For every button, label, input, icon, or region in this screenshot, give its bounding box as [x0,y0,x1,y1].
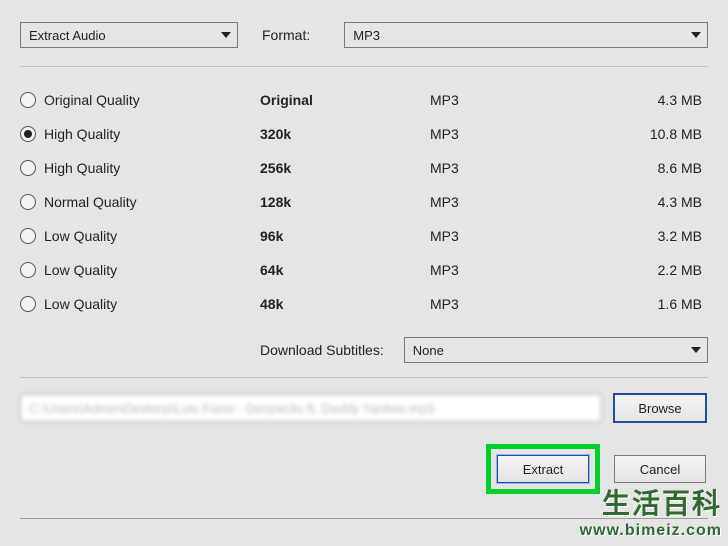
action-dropdown[interactable]: Extract Audio [20,22,238,48]
browse-button[interactable]: Browse [614,394,706,422]
subtitles-dropdown-value: None [413,343,444,358]
radio-icon[interactable] [20,228,36,244]
quality-size: 4.3 MB [550,194,708,210]
quality-label: High Quality [44,126,120,142]
chevron-down-icon [691,347,701,353]
quality-label: Normal Quality [44,194,137,210]
quality-label: Low Quality [44,296,117,312]
radio-icon[interactable] [20,126,36,142]
radio-icon[interactable] [20,296,36,312]
radio-icon[interactable] [20,92,36,108]
quality-codec: MP3 [430,228,550,244]
quality-radio-cell[interactable]: Low Quality [20,228,260,244]
quality-row[interactable]: Low Quality 48kMP31.6 MB [20,287,708,321]
quality-bitrate: Original [260,92,430,108]
format-dropdown-value: MP3 [353,28,380,43]
subtitles-row: Download Subtitles: None [20,337,708,363]
radio-icon[interactable] [20,194,36,210]
subtitles-dropdown[interactable]: None [404,337,708,363]
chevron-down-icon [691,32,701,38]
quality-bitrate: 128k [260,194,430,210]
path-row: C:\Users\Admin\Desktop\Luis Fonsi - Desp… [20,394,708,422]
cancel-button[interactable]: Cancel [614,455,706,483]
format-dropdown[interactable]: MP3 [344,22,708,48]
quality-size: 8.6 MB [550,160,708,176]
quality-bitrate: 320k [260,126,430,142]
quality-label: Low Quality [44,228,117,244]
quality-label: Original Quality [44,92,140,108]
browse-button-label: Browse [638,401,681,416]
quality-codec: MP3 [430,126,550,142]
quality-size: 10.8 MB [550,126,708,142]
quality-bitrate: 64k [260,262,430,278]
extract-button[interactable]: Extract [497,455,589,483]
quality-codec: MP3 [430,296,550,312]
radio-icon[interactable] [20,262,36,278]
quality-row[interactable]: High Quality 320kMP310.8 MB [20,117,708,151]
divider [20,518,708,519]
quality-radio-cell[interactable]: Low Quality [20,296,260,312]
quality-bitrate: 96k [260,228,430,244]
quality-codec: MP3 [430,194,550,210]
actions-row: Extract Cancel [20,444,708,494]
quality-bitrate: 48k [260,296,430,312]
quality-size: 4.3 MB [550,92,708,108]
radio-icon[interactable] [20,160,36,176]
quality-radio-cell[interactable]: Normal Quality [20,194,260,210]
quality-row[interactable]: Original Quality OriginalMP34.3 MB [20,83,708,117]
quality-radio-cell[interactable]: Low Quality [20,262,260,278]
extract-button-label: Extract [523,462,563,477]
quality-size: 2.2 MB [550,262,708,278]
quality-radio-cell[interactable]: Original Quality [20,92,260,108]
watermark-url: www.bimeiz.com [580,522,722,540]
quality-codec: MP3 [430,262,550,278]
quality-row[interactable]: Normal Quality 128kMP34.3 MB [20,185,708,219]
output-path-input[interactable]: C:\Users\Admin\Desktop\Luis Fonsi - Desp… [20,394,602,422]
quality-radio-cell[interactable]: High Quality [20,126,260,142]
format-label: Format: [262,27,320,43]
quality-bitrate: 256k [260,160,430,176]
subtitles-label: Download Subtitles: [260,342,394,358]
quality-codec: MP3 [430,160,550,176]
chevron-down-icon [221,32,231,38]
output-path-value: C:\Users\Admin\Desktop\Luis Fonsi - Desp… [29,401,435,416]
quality-codec: MP3 [430,92,550,108]
main-panel: Extract Audio Format: MP3 Original Quali… [0,0,728,519]
top-row: Extract Audio Format: MP3 [20,22,708,48]
quality-label: High Quality [44,160,120,176]
cancel-button-label: Cancel [640,462,680,477]
quality-row[interactable]: Low Quality 64kMP32.2 MB [20,253,708,287]
extract-highlight: Extract [486,444,600,494]
divider [20,377,708,378]
quality-label: Low Quality [44,262,117,278]
quality-list: Original QualityOriginalMP34.3 MBHigh Qu… [20,83,708,321]
divider [20,66,708,67]
quality-row[interactable]: High Quality 256kMP38.6 MB [20,151,708,185]
quality-size: 1.6 MB [550,296,708,312]
quality-row[interactable]: Low Quality 96kMP33.2 MB [20,219,708,253]
quality-radio-cell[interactable]: High Quality [20,160,260,176]
action-dropdown-value: Extract Audio [29,28,106,43]
quality-size: 3.2 MB [550,228,708,244]
